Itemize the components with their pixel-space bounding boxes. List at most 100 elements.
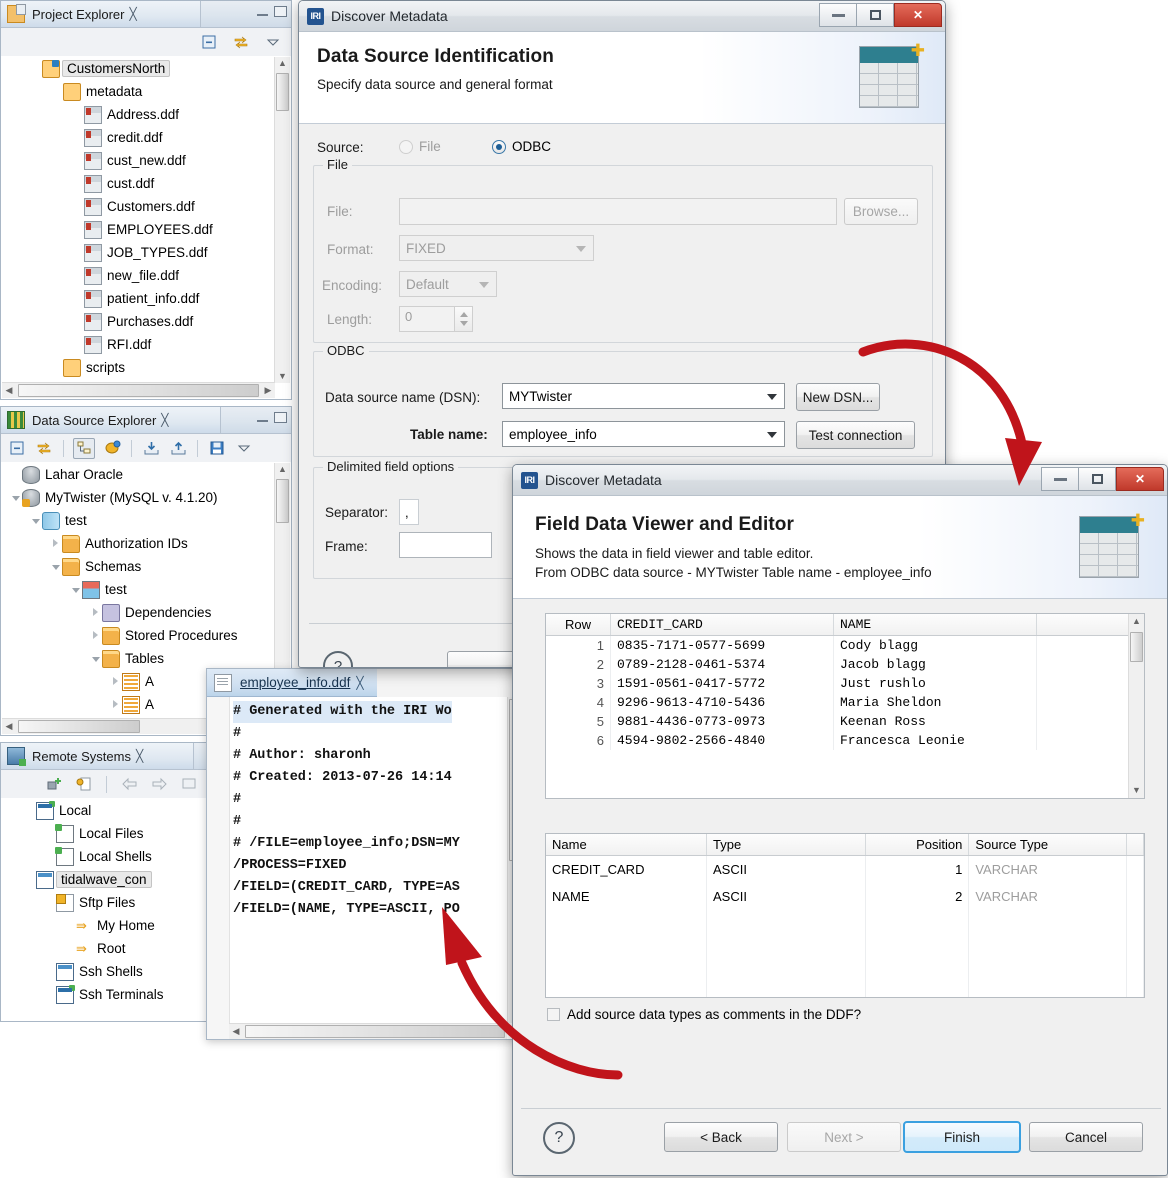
chevron-down-icon[interactable] xyxy=(90,653,102,665)
test-connection-button[interactable]: Test connection xyxy=(796,421,915,449)
import-icon[interactable] xyxy=(141,439,161,458)
save-icon[interactable] xyxy=(207,439,227,458)
tree-item[interactable]: Stored Procedures xyxy=(2,624,275,647)
tab-remote-systems[interactable]: Remote Systems ╳ xyxy=(1,743,194,769)
tree-item[interactable]: credit.ddf xyxy=(2,126,275,149)
project-explorer-vscrollbar[interactable]: ▲ ▼ xyxy=(274,57,290,383)
column-header[interactable]: CREDIT_CARD xyxy=(610,614,834,636)
maximize-button[interactable] xyxy=(1079,467,1116,491)
project-explorer-window-controls[interactable] xyxy=(257,6,287,17)
chevron-down-icon[interactable] xyxy=(70,584,82,596)
add-source-types-checkbox-row[interactable]: Add source data types as comments in the… xyxy=(547,1007,861,1022)
table-cell[interactable] xyxy=(1126,937,1144,964)
back-button[interactable]: < Back xyxy=(664,1122,778,1152)
table-cell[interactable]: 4594-9802-2566-4840 xyxy=(610,731,834,750)
vscroll-thumb[interactable] xyxy=(276,479,289,523)
dialog1-titlebar[interactable]: IRI Discover Metadata ✕ xyxy=(299,1,945,32)
tree-item[interactable]: Local Shells xyxy=(2,845,207,868)
table-cell[interactable] xyxy=(1126,855,1144,883)
tree-item[interactable]: test xyxy=(2,578,275,601)
collapse-all-icon[interactable] xyxy=(199,33,219,52)
chevron-right-icon[interactable] xyxy=(50,538,62,550)
table-cell[interactable]: 5 xyxy=(546,712,611,731)
tree-item[interactable]: Schemas xyxy=(2,555,275,578)
scroll-left-icon[interactable]: ◀ xyxy=(231,1027,241,1036)
table-cell[interactable] xyxy=(546,937,707,964)
editor-hscrollbar[interactable]: ◀ xyxy=(229,1023,507,1039)
table-cell[interactable] xyxy=(706,964,866,991)
back-arrow-icon[interactable] xyxy=(119,775,139,794)
chevron-down-icon[interactable] xyxy=(30,515,42,527)
tree-item[interactable]: tidalwave_con xyxy=(2,868,207,891)
browse-button[interactable]: Browse... xyxy=(844,198,918,225)
stepper-buttons[interactable] xyxy=(454,307,472,331)
chevron-down-icon[interactable] xyxy=(10,492,22,504)
tree-item[interactable]: Address.ddf xyxy=(2,103,275,126)
table-cell[interactable]: 3 xyxy=(546,674,611,693)
close-button[interactable]: ✕ xyxy=(894,3,942,27)
finish-button[interactable]: Finish xyxy=(903,1121,1021,1153)
column-header[interactable]: NAME xyxy=(833,614,1037,636)
table-cell[interactable]: 0835-7171-0577-5699 xyxy=(610,635,834,655)
table-cell[interactable] xyxy=(546,910,707,937)
tree-item[interactable]: Lahar Oracle xyxy=(2,463,275,486)
table-row[interactable]: 1 0835-7171-0577-5699 Cody blagg xyxy=(546,635,1144,655)
tree-item[interactable]: Local Files xyxy=(2,822,207,845)
column-header[interactable]: Source Type xyxy=(968,834,1128,856)
scroll-left-icon[interactable]: ◀ xyxy=(4,386,14,395)
rs-tree-rows[interactable]: Local Local Files Local Shells tidalwave_co… xyxy=(2,799,207,1019)
scroll-up-icon[interactable]: ▲ xyxy=(1129,617,1144,626)
table-cell[interactable]: 9881-4436-0773-0973 xyxy=(610,712,834,731)
radio-source-odbc[interactable]: ODBC xyxy=(492,139,551,154)
table-cell[interactable] xyxy=(1126,883,1144,910)
table-cell[interactable]: 1591-0561-0417-5772 xyxy=(610,674,834,693)
table-cell[interactable] xyxy=(1126,964,1144,991)
tree-item[interactable]: patient_info.ddf xyxy=(2,287,275,310)
dialog1-window-buttons[interactable]: ✕ xyxy=(819,3,942,27)
table-cell[interactable] xyxy=(865,964,970,991)
table-cell[interactable] xyxy=(968,964,1128,991)
table-cell[interactable]: VARCHAR xyxy=(968,855,1128,883)
tree-item[interactable]: Ssh Shells xyxy=(2,960,207,983)
hscroll-thumb[interactable] xyxy=(245,1025,505,1038)
scroll-up-icon[interactable]: ▲ xyxy=(275,465,290,474)
tree-item[interactable]: cust_new.ddf xyxy=(2,149,275,172)
vscroll-thumb[interactable] xyxy=(276,73,289,111)
tree-item[interactable]: new_file.ddf xyxy=(2,264,275,287)
project-explorer-tree[interactable]: CustomersNorth metadata Address.ddf credit.… xyxy=(1,56,291,399)
export-icon[interactable] xyxy=(168,439,188,458)
table-cell[interactable] xyxy=(865,991,970,997)
minimize-icon[interactable] xyxy=(257,8,268,16)
table-cell[interactable]: Keenan Ross xyxy=(833,712,1037,731)
tree-item[interactable]: Tables xyxy=(2,647,275,670)
scroll-right-icon[interactable]: ▶ xyxy=(263,386,273,395)
table-cell[interactable]: Francesca Leonie xyxy=(833,731,1037,750)
show-tree-icon[interactable] xyxy=(73,437,95,459)
tree-item[interactable]: MyTwister (MySQL v. 4.1.20) xyxy=(2,486,275,509)
table-cell[interactable] xyxy=(865,937,970,964)
tree-item[interactable]: metadata xyxy=(2,80,275,103)
chevron-down-icon[interactable] xyxy=(50,561,62,573)
field-data-grid[interactable]: Row CREDIT_CARD NAME 1 0835-7171-0577-5699 C… xyxy=(545,613,1145,799)
field-definition-grid[interactable]: Name Type Position Source Type CREDIT_CARD A… xyxy=(545,833,1145,998)
link-with-editor-icon[interactable] xyxy=(34,439,54,458)
format-select[interactable]: FIXED xyxy=(399,235,594,261)
refresh-icon[interactable] xyxy=(179,775,199,794)
link-with-editor-icon[interactable] xyxy=(231,33,251,52)
minimize-button[interactable] xyxy=(1041,467,1079,491)
maximize-icon[interactable] xyxy=(274,6,287,17)
table-cell[interactable] xyxy=(546,964,707,991)
scroll-up-icon[interactable]: ▲ xyxy=(275,59,290,68)
table-row[interactable]: 3 1591-0561-0417-5772 Just rushlo xyxy=(546,674,1144,693)
table-row-empty[interactable] xyxy=(546,910,1144,937)
dialog2-window-buttons[interactable]: ✕ xyxy=(1041,467,1164,491)
scroll-left-icon[interactable]: ◀ xyxy=(4,722,14,731)
chevron-right-icon[interactable] xyxy=(90,630,102,642)
table-cell[interactable] xyxy=(865,910,970,937)
table-cell[interactable]: ASCII xyxy=(706,855,866,883)
table-cell[interactable]: 9296-9613-4710-5436 xyxy=(610,693,834,712)
table-cell[interactable]: ASCII xyxy=(706,883,866,910)
dialog2-help-icon[interactable]: ? xyxy=(543,1122,575,1154)
tree-item[interactable]: Ssh Terminals xyxy=(2,983,207,1006)
table-name-select[interactable]: employee_info xyxy=(502,421,785,447)
